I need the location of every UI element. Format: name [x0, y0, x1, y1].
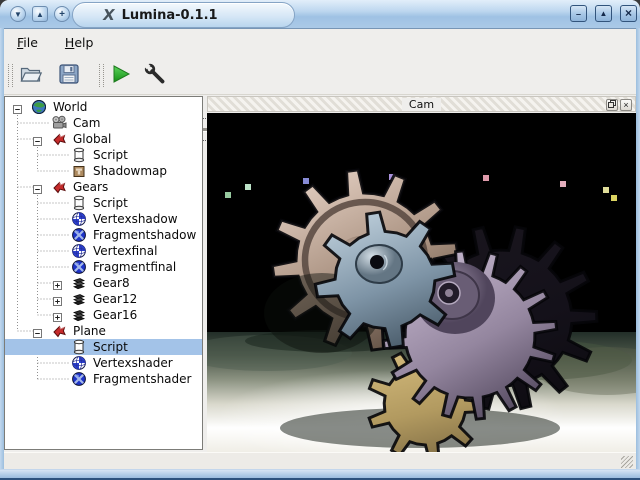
tree-item-shadowmap[interactable]: Shadowmap	[5, 163, 202, 179]
tree-item-fragmentfinal[interactable]: Fragmentfinal	[5, 259, 202, 275]
window-menu-button[interactable]: ▼	[10, 6, 26, 22]
window-title: Lumina-0.1.1	[121, 7, 218, 23]
tree-item-script[interactable]: Script	[5, 195, 202, 211]
resize-grip[interactable]	[621, 456, 633, 468]
tree-item-gear16[interactable]: Gear16	[5, 307, 202, 323]
tree-expander-plus[interactable]	[53, 310, 62, 322]
tree-item-label: Cam	[73, 116, 101, 130]
vertex-icon	[71, 355, 87, 371]
statusbar	[4, 452, 636, 469]
tree-item-gear12[interactable]: Gear12	[5, 291, 202, 307]
tree-item-world[interactable]: World	[5, 99, 202, 115]
tree-item-label: Gear12	[93, 292, 138, 306]
script-icon	[71, 339, 87, 355]
tree-item-cam[interactable]: Cam	[5, 115, 202, 131]
wrench-icon	[143, 62, 165, 84]
fragment-icon	[71, 371, 87, 387]
script-icon	[71, 147, 87, 163]
play-button[interactable]	[107, 61, 135, 89]
tree-item-label: Vertexshadow	[93, 212, 178, 226]
window-frame-right	[636, 28, 640, 469]
tree-item-label: Fragmentshadow	[93, 228, 197, 242]
tree-expander-minus[interactable]	[33, 326, 42, 338]
layers-icon	[71, 307, 87, 323]
script-icon	[71, 195, 87, 211]
minimize-button[interactable]: –	[570, 5, 587, 22]
close-button[interactable]: ×	[620, 5, 637, 22]
tree-item-script[interactable]: Script	[5, 147, 202, 163]
tree-expander-minus[interactable]	[33, 134, 42, 146]
fragment-icon	[71, 227, 87, 243]
tree-item-vertexfinal[interactable]: Vertexfinal	[5, 243, 202, 259]
menu-item-help[interactable]: Help	[65, 35, 94, 50]
menu-item-file[interactable]: File	[17, 35, 38, 50]
scene-tree: World Cam Global Script Shadowmap Gears Script…	[4, 96, 203, 450]
tree-item-fragmentshadow[interactable]: Fragmentshadow	[5, 227, 202, 243]
tree-item-label: Script	[93, 340, 128, 354]
open-button[interactable]	[17, 61, 45, 89]
titlebar[interactable]: ▼ ▲ + X Lumina-0.1.1 – ▲ ×	[0, 0, 640, 29]
dock-restore-button[interactable]	[606, 99, 618, 111]
dock-close-button[interactable]: ×	[620, 99, 632, 111]
tree-item-script[interactable]: Script	[5, 339, 202, 355]
tree-item-vertexshadow[interactable]: Vertexshadow	[5, 211, 202, 227]
sticky-button[interactable]: +	[54, 6, 70, 22]
app-window: ▼ ▲ + X Lumina-0.1.1 – ▲ × File Help Wor…	[0, 0, 640, 480]
tree-item-label: Fragmentfinal	[93, 260, 177, 274]
tree-item-fragmentshader[interactable]: Fragmentshader	[5, 371, 202, 387]
window-frame-left	[0, 28, 4, 469]
menubar: File Help	[4, 29, 636, 56]
object-icon	[51, 323, 67, 339]
shade-button[interactable]: ▲	[32, 6, 48, 22]
window-frame-bottom	[0, 469, 640, 480]
tree-expander-minus[interactable]	[33, 182, 42, 194]
play-icon	[113, 65, 131, 83]
toolbar-drag-handle[interactable]	[99, 64, 104, 87]
tree-item-label: Vertexshader	[93, 356, 173, 370]
tree-item-label: Script	[93, 196, 128, 210]
tree-item-label: Gears	[73, 180, 109, 194]
settings-button[interactable]	[141, 61, 169, 89]
tree-item-gears[interactable]: Gears	[5, 179, 202, 195]
tree-item-label: Shadowmap	[93, 164, 168, 178]
open-folder-icon	[20, 67, 43, 82]
tree-item-label: Vertexfinal	[93, 244, 158, 258]
vertex-icon	[71, 211, 87, 227]
save-floppy-icon	[59, 64, 79, 84]
globe-icon	[31, 99, 47, 115]
tree-item-label: Script	[93, 148, 128, 162]
layers-icon	[71, 291, 87, 307]
toolbar-drag-handle[interactable]	[8, 64, 13, 87]
tree-item-label: Global	[73, 132, 112, 146]
camera-icon	[51, 115, 67, 131]
gears-render	[182, 113, 640, 466]
maximize-button[interactable]: ▲	[595, 5, 612, 22]
restore-icon	[608, 100, 616, 108]
tree-item-plane[interactable]: Plane	[5, 323, 202, 339]
tree-item-label: Gear8	[93, 276, 130, 290]
tree-item-label: Plane	[73, 324, 106, 338]
layers-icon	[71, 275, 87, 291]
tree-item-label: Fragmentshader	[93, 372, 192, 386]
vertex-icon	[71, 243, 87, 259]
texture-icon	[71, 163, 87, 179]
fragment-icon	[71, 259, 87, 275]
tree-item-global[interactable]: Global	[5, 131, 202, 147]
dock-title: Cam	[401, 97, 442, 111]
toolbar	[4, 56, 636, 141]
tree-item-vertexshader[interactable]: Vertexshader	[5, 355, 202, 371]
tree-expander-plus[interactable]	[53, 294, 62, 306]
tree-item-gear8[interactable]: Gear8	[5, 275, 202, 291]
tree-expander-plus[interactable]	[53, 278, 62, 290]
object-icon	[51, 179, 67, 195]
dock-titlebar-cam[interactable]: Cam ×	[207, 96, 636, 112]
object-icon	[51, 131, 67, 147]
x11-logo-icon: X	[101, 6, 117, 24]
title-capsule: X Lumina-0.1.1	[72, 2, 295, 28]
tree-expander-minus[interactable]	[13, 102, 22, 114]
tree-item-label: World	[53, 100, 88, 114]
tree-item-label: Gear16	[93, 308, 138, 322]
save-button[interactable]	[55, 61, 83, 89]
viewport-3d[interactable]	[182, 113, 640, 466]
